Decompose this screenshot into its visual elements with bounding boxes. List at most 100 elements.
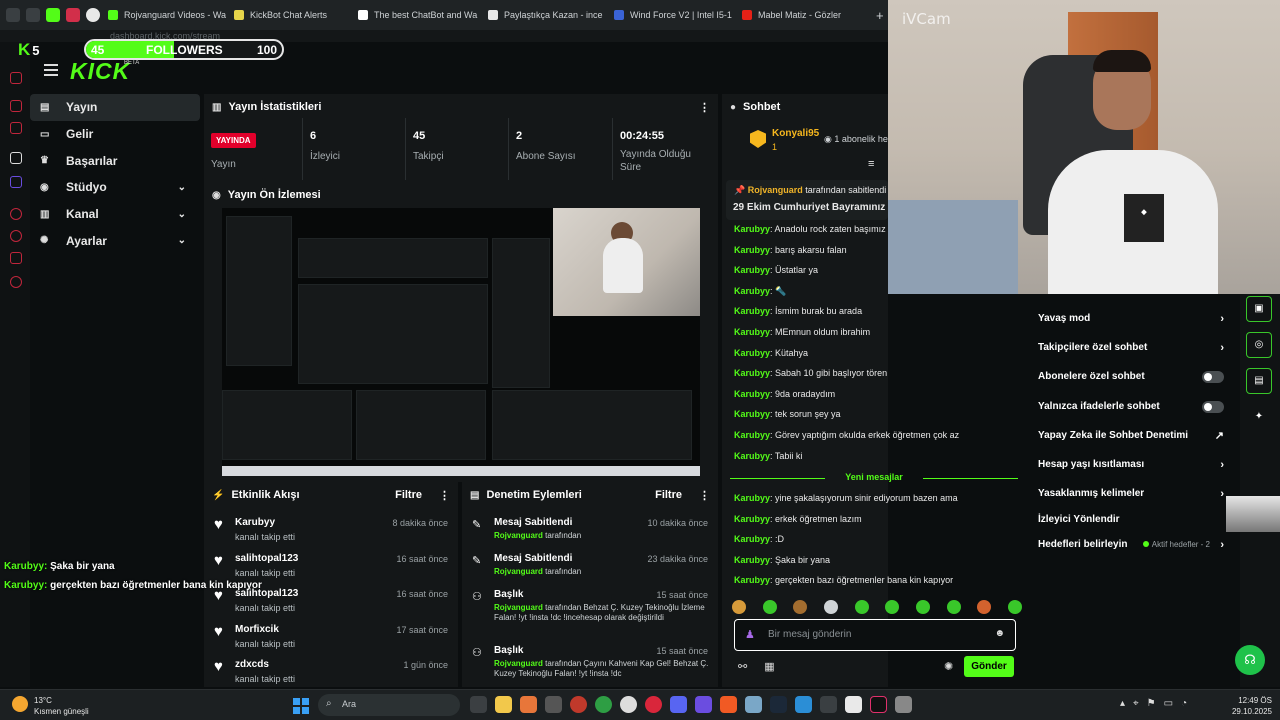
top-user-name[interactable]: Konyali95 bbox=[772, 128, 819, 139]
app-icon[interactable] bbox=[695, 696, 712, 713]
more-icon[interactable]: ⋮ bbox=[699, 489, 710, 502]
filter-lines-icon[interactable]: ≡ bbox=[868, 158, 874, 170]
activity-user[interactable]: salihtopal123 bbox=[235, 553, 298, 564]
chat-username[interactable]: Karubyy bbox=[734, 430, 770, 440]
browser-menu-icon[interactable] bbox=[6, 8, 20, 22]
wrench-icon[interactable]: ✦ bbox=[1246, 404, 1272, 430]
more-icon[interactable]: ⋮ bbox=[439, 489, 450, 502]
app-icon[interactable] bbox=[520, 696, 537, 713]
menu-item-8[interactable]: Hedefleri belirleyin › Aktif hedefler - 2 bbox=[1038, 535, 1228, 555]
send-button[interactable]: Gönder bbox=[964, 656, 1014, 677]
chat-username[interactable]: Karubyy bbox=[734, 575, 770, 585]
chat-settings-icon[interactable]: ✺ bbox=[944, 660, 953, 673]
more-icon[interactable]: ⋮ bbox=[699, 101, 710, 114]
chat-username[interactable]: Karubyy bbox=[734, 451, 770, 461]
layout-icon[interactable]: ▤ bbox=[1246, 368, 1272, 394]
menu-item-4[interactable]: Yapay Zeka ile Sohbet Denetimi ↗ bbox=[1038, 426, 1228, 446]
sidebar-item-yayn[interactable]: ▤ Yayın bbox=[30, 94, 200, 121]
activity-user[interactable]: zdxcds bbox=[235, 659, 269, 670]
help-button-icon[interactable]: ☊ bbox=[1235, 645, 1265, 675]
menu-item-1[interactable]: Takipçilere özel sohbet › bbox=[1038, 338, 1228, 358]
pinned-tab-icon-2[interactable] bbox=[86, 8, 100, 22]
app-icon[interactable] bbox=[545, 696, 562, 713]
chat-username[interactable]: Karubyy bbox=[734, 224, 770, 234]
emote-icon[interactable] bbox=[762, 600, 777, 614]
chat-username[interactable]: Karubyy bbox=[734, 514, 770, 524]
opera-icon[interactable] bbox=[645, 696, 662, 713]
stream-preview[interactable] bbox=[222, 208, 700, 476]
chat-username[interactable]: Karubyy bbox=[734, 493, 770, 503]
menu-item-0[interactable]: Yavaş mod › bbox=[1038, 309, 1228, 329]
menu-item-5[interactable]: Hesap yaşı kısıtlaması › bbox=[1038, 455, 1228, 475]
new-tab-button[interactable]: + bbox=[876, 8, 884, 23]
task-view-icon[interactable] bbox=[470, 696, 487, 713]
app-icon[interactable] bbox=[570, 696, 587, 713]
mod-actor[interactable]: Rojvanguard bbox=[494, 659, 543, 668]
browser-tab[interactable]: Rojvanguard Videos - Wa bbox=[100, 0, 226, 30]
emote-icon[interactable] bbox=[732, 600, 746, 614]
kick-pinned-tab-icon[interactable] bbox=[46, 8, 60, 22]
chrome-icon[interactable] bbox=[595, 696, 612, 713]
tab-groups-icon[interactable] bbox=[26, 8, 40, 22]
emote-icon[interactable] bbox=[793, 600, 808, 614]
pinned-message[interactable]: 📌 Rojvanguard tarafından sabitlendi 29 E… bbox=[726, 180, 901, 220]
side-icon[interactable] bbox=[10, 208, 22, 220]
chevron-down-icon[interactable]: ⌄ bbox=[178, 182, 186, 193]
windows-start-icon[interactable] bbox=[293, 698, 309, 714]
side-icon[interactable] bbox=[10, 252, 22, 264]
emote-icon[interactable] bbox=[854, 600, 869, 614]
activity-filter-button[interactable]: Filtre bbox=[395, 489, 422, 501]
chat-username[interactable]: Karubyy bbox=[734, 327, 770, 337]
chat-username[interactable]: Karubyy bbox=[734, 409, 770, 419]
chat-username[interactable]: Karubyy bbox=[734, 306, 770, 316]
side-icon[interactable] bbox=[10, 122, 22, 134]
twitch-icon[interactable] bbox=[10, 176, 22, 188]
activity-user[interactable]: Karubyy bbox=[235, 517, 275, 528]
steam-icon[interactable] bbox=[770, 696, 787, 713]
emote-icon[interactable] bbox=[946, 600, 961, 614]
weather-widget[interactable]: 13°C Kısmen güneşli bbox=[12, 695, 89, 717]
app-icon[interactable] bbox=[745, 696, 762, 713]
chat-tool-icon[interactable]: ▣ bbox=[1246, 296, 1272, 322]
emote-icon[interactable] bbox=[885, 600, 900, 614]
chatgpt-icon[interactable] bbox=[620, 696, 637, 713]
system-tray[interactable]: ▴⌖⚑▭◔ bbox=[1120, 698, 1195, 709]
app-icon[interactable] bbox=[820, 696, 837, 713]
chevron-down-icon[interactable]: ⌄ bbox=[178, 235, 186, 246]
broadcast-icon[interactable]: ◎ bbox=[1246, 332, 1272, 358]
sidebar-item-ayarlar[interactable]: ✺ Ayarlar ⌄ bbox=[30, 227, 200, 254]
discord-icon[interactable] bbox=[670, 696, 687, 713]
chat-username[interactable]: Karubyy bbox=[734, 555, 770, 565]
new-messages-divider[interactable]: Yeni mesajlar bbox=[730, 472, 1018, 484]
taskbar-search[interactable]: ⌕ Ara bbox=[318, 694, 460, 716]
emoji-icon[interactable]: ☻ bbox=[994, 628, 1005, 639]
side-icon[interactable] bbox=[10, 72, 22, 84]
store-icon[interactable]: ▦ bbox=[764, 661, 774, 673]
sidebar-item-kanal[interactable]: ▥ Kanal ⌄ bbox=[30, 201, 200, 228]
chat-username[interactable]: Karubyy bbox=[734, 265, 770, 275]
mod-filter-button[interactable]: Filtre bbox=[655, 489, 682, 501]
app-icon[interactable] bbox=[895, 696, 912, 713]
side-icon[interactable] bbox=[10, 230, 22, 242]
browser-tab[interactable]: Paylaştıkça Kazan - ince bbox=[480, 0, 606, 30]
emote-icon[interactable] bbox=[823, 600, 838, 614]
menu-item-2[interactable]: Abonelere özel sohbet bbox=[1038, 367, 1228, 387]
side-icon[interactable] bbox=[10, 276, 22, 288]
emote-icon[interactable] bbox=[915, 600, 930, 614]
toggle-switch[interactable] bbox=[1202, 371, 1224, 383]
menu-item-3[interactable]: Yalnızca ifadelerle sohbet bbox=[1038, 397, 1228, 417]
mod-actor[interactable]: Rojvanguard bbox=[494, 567, 543, 576]
menu-item-6[interactable]: Yasaklanmış kelimeler › bbox=[1038, 484, 1228, 504]
taskbar-clock[interactable]: 12:49 ÖS 29.10.2025 bbox=[1228, 695, 1272, 717]
kick-logo[interactable]: KICK bbox=[70, 58, 130, 85]
browser-tab[interactable]: Mabel Matiz - Gözler bbox=[734, 0, 870, 30]
activity-user[interactable]: Morfixcik bbox=[235, 624, 279, 635]
hamburger-menu-icon[interactable] bbox=[44, 64, 58, 76]
chat-input[interactable]: ♟ Bir mesaj gönderin ☻ bbox=[734, 619, 1016, 651]
browser-tab[interactable]: Wind Force V2 | Intel I5-1 bbox=[606, 0, 734, 30]
chat-username[interactable]: Karubyy bbox=[734, 534, 770, 544]
brave-icon[interactable] bbox=[720, 696, 737, 713]
emote-icon[interactable] bbox=[1007, 600, 1022, 614]
points-icon[interactable]: ⚯ bbox=[738, 661, 747, 673]
side-icon[interactable] bbox=[10, 152, 22, 164]
